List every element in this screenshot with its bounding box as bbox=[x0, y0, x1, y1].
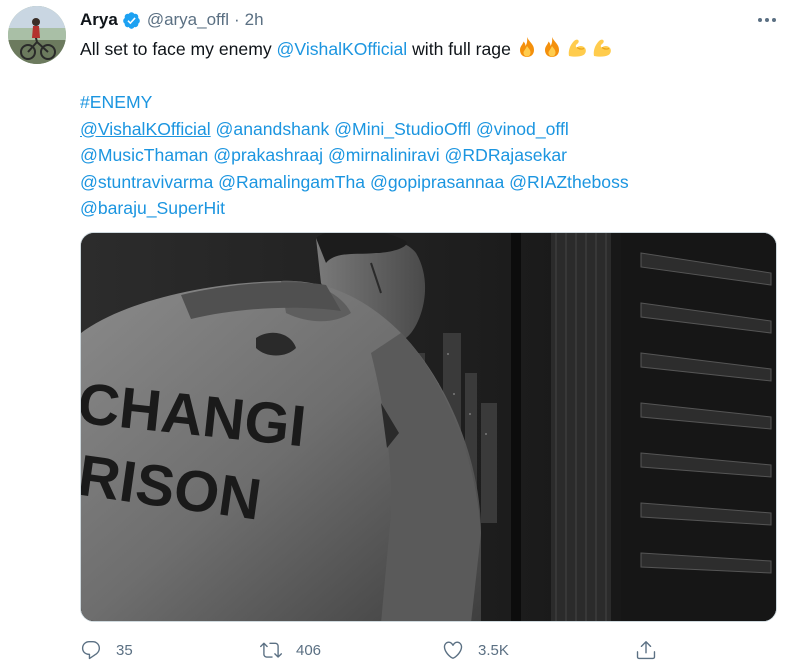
retweet-button[interactable]: 406 bbox=[260, 636, 321, 664]
mention-link[interactable]: @RDRajasekar bbox=[445, 145, 567, 165]
retweet-icon bbox=[260, 639, 282, 661]
mention-link[interactable]: @MusicThaman bbox=[80, 145, 208, 165]
tweet-text-segment: with full rage bbox=[407, 39, 511, 59]
separator-dot: · bbox=[233, 10, 240, 29]
fire-emoji-icon bbox=[515, 36, 539, 58]
mention-link[interactable]: @anandshank bbox=[216, 119, 330, 139]
share-icon bbox=[635, 639, 657, 661]
flexed-biceps-emoji-icon bbox=[590, 36, 614, 58]
mention-link[interactable]: @baraju_SuperHit bbox=[80, 198, 225, 218]
like-count: 3.5K bbox=[478, 641, 509, 659]
mention-link[interactable]: @mirnaliniravi bbox=[328, 145, 440, 165]
author-handle[interactable]: @arya_offl bbox=[147, 10, 229, 30]
heart-icon bbox=[442, 639, 464, 661]
tweet-line: #ENEMY bbox=[80, 89, 780, 116]
tweet-header: Arya @arya_offl · 2h bbox=[80, 8, 264, 32]
mention-link[interactable]: @RamalingamTha bbox=[218, 172, 365, 192]
reply-count: 35 bbox=[116, 641, 133, 659]
mention-link[interactable]: @VishalKOfficial bbox=[80, 119, 211, 139]
verified-badge-icon bbox=[122, 11, 141, 30]
more-options-icon[interactable] bbox=[754, 10, 780, 30]
reply-icon bbox=[80, 639, 102, 661]
mentions-line: @baraju_SuperHit bbox=[80, 195, 780, 222]
retweet-count: 406 bbox=[296, 641, 322, 659]
hashtag-link[interactable]: #ENEMY bbox=[80, 92, 152, 112]
fire-emoji-icon bbox=[540, 36, 564, 58]
mentions-line: @MusicThaman @prakashraaj @mirnaliniravi… bbox=[80, 142, 780, 169]
tweet-timestamp[interactable]: 2h bbox=[245, 10, 264, 30]
tweet-text-segment: All set to face my enemy bbox=[80, 39, 277, 59]
tweet-line: All set to face my enemy @VishalKOfficia… bbox=[80, 36, 780, 63]
share-button[interactable] bbox=[635, 636, 657, 664]
flexed-biceps-emoji-icon bbox=[565, 36, 589, 58]
like-button[interactable]: 3.5K bbox=[442, 636, 509, 664]
mentions-line: @stuntravivarma @RamalingamTha @gopipras… bbox=[80, 169, 780, 196]
mention-link[interactable]: @gopiprasannaa bbox=[370, 172, 504, 192]
mentions-line: @VishalKOfficial @anandshank @Mini_Studi… bbox=[80, 116, 780, 143]
mention-link[interactable]: @prakashraaj bbox=[213, 145, 323, 165]
tweet-photo[interactable]: CHANGI RISON bbox=[80, 232, 777, 622]
tweet-actions: 35 406 3.5K bbox=[80, 636, 780, 664]
tweet-text: All set to face my enemy @VishalKOfficia… bbox=[80, 36, 780, 222]
mention-link[interactable]: @vinod_offl bbox=[476, 119, 569, 139]
mention-link[interactable]: @Mini_StudioOffl bbox=[334, 119, 471, 139]
emoji-group bbox=[515, 36, 614, 58]
mention-link[interactable]: @RIAZtheboss bbox=[509, 172, 629, 192]
avatar[interactable] bbox=[8, 6, 66, 64]
mention-link[interactable]: @stuntravivarma bbox=[80, 172, 213, 192]
tweet[interactable]: Arya @arya_offl · 2h All set to face my … bbox=[0, 0, 800, 666]
mention-link[interactable]: @VishalKOfficial bbox=[277, 39, 408, 59]
reply-button[interactable]: 35 bbox=[80, 636, 133, 664]
author-name[interactable]: Arya bbox=[80, 10, 118, 30]
